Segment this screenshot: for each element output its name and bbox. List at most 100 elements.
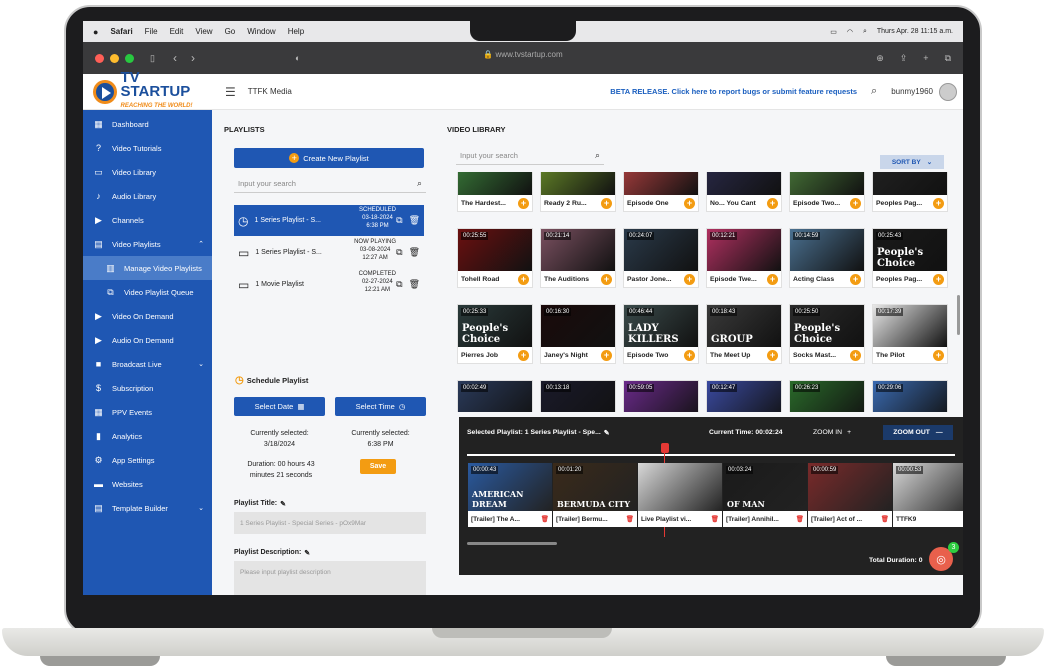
- video-thumbnail[interactable]: [458, 172, 532, 195]
- video-card[interactable]: 00:25:43 People's Choice Peoples Pag... +: [872, 228, 948, 288]
- add-to-playlist-icon[interactable]: +: [601, 273, 612, 285]
- add-to-playlist-icon[interactable]: +: [518, 197, 529, 209]
- trash-icon[interactable]: 🗑: [409, 279, 420, 290]
- sidebar-item-audio-library[interactable]: ♪ Audio Library: [83, 184, 212, 208]
- os-menu-edit[interactable]: Edit: [170, 27, 184, 36]
- video-card[interactable]: 00:59:05: [623, 380, 699, 412]
- sidebar-item-broadcast-live[interactable]: ■ Broadcast Live ⌄: [83, 352, 212, 376]
- create-playlist-button[interactable]: + Create New Playlist: [234, 148, 424, 168]
- add-to-playlist-icon[interactable]: +: [767, 197, 778, 209]
- new-tab-icon[interactable]: +: [923, 53, 928, 64]
- search-icon[interactable]: ⌕: [417, 178, 422, 189]
- sidebar-item-analytics[interactable]: ▮ Analytics: [83, 424, 212, 448]
- add-to-playlist-icon[interactable]: +: [518, 273, 529, 285]
- copy-icon[interactable]: ⧉: [396, 247, 402, 258]
- trash-icon[interactable]: 🗑: [626, 515, 634, 523]
- video-card[interactable]: 00:25:50 People's Choice Socks Mast... +: [789, 304, 865, 364]
- sidebar-item-template-builder[interactable]: ▤ Template Builder ⌄: [83, 496, 212, 520]
- shield-icon[interactable]: ◐: [295, 53, 300, 63]
- select-time-button[interactable]: Select Time ◷: [335, 397, 426, 416]
- sidebar-item-dashboard[interactable]: ▦ Dashboard: [83, 112, 212, 136]
- sidebar-item-video-on-demand[interactable]: ▶ Video On Demand: [83, 304, 212, 328]
- video-card[interactable]: No... You Cant +: [706, 172, 782, 212]
- video-card[interactable]: Episode One +: [623, 172, 699, 212]
- video-thumbnail[interactable]: 00:13:18: [541, 381, 615, 412]
- sidebar-item-channels[interactable]: ▶ Channels: [83, 208, 212, 232]
- add-to-playlist-icon[interactable]: +: [933, 197, 944, 209]
- trash-icon[interactable]: 🗑: [409, 247, 420, 258]
- sidebar-item-websites[interactable]: ▬ Websites: [83, 472, 212, 496]
- os-menu-file[interactable]: File: [145, 27, 158, 36]
- video-thumbnail[interactable]: 00:14:59: [790, 229, 864, 271]
- video-thumbnail[interactable]: 00:25:43 People's Choice: [873, 229, 947, 271]
- video-card[interactable]: 00:12:21 Episode Twe... +: [706, 228, 782, 288]
- back-icon[interactable]: ‹: [173, 51, 177, 65]
- copy-icon[interactable]: ⧉: [396, 215, 402, 226]
- playhead-handle[interactable]: [661, 443, 669, 453]
- video-card[interactable]: 00:17:39 The Pilot +: [872, 304, 948, 364]
- video-thumbnail[interactable]: 00:21:14: [541, 229, 615, 271]
- add-to-playlist-icon[interactable]: +: [684, 273, 695, 285]
- trash-icon[interactable]: 🗑: [409, 215, 420, 226]
- sidebar-item-manage-video-playlists[interactable]: ▥ Manage Video Playlists: [83, 256, 212, 280]
- video-thumbnail[interactable]: 00:46:44 LADY KILLERS: [624, 305, 698, 347]
- timeline-scrollbar[interactable]: [467, 542, 557, 545]
- os-menu-window[interactable]: Window: [247, 27, 275, 36]
- video-card[interactable]: Episode Two... +: [789, 172, 865, 212]
- select-date-button[interactable]: Select Date ▦: [234, 397, 325, 416]
- add-to-playlist-icon[interactable]: +: [601, 349, 612, 361]
- library-search-input[interactable]: Input your search ⌕: [456, 147, 604, 165]
- video-thumbnail[interactable]: 00:18:43 GROUP: [707, 305, 781, 347]
- add-to-playlist-icon[interactable]: +: [933, 273, 944, 285]
- zoom-out-button[interactable]: ZOOM OUT —: [883, 425, 953, 440]
- video-thumbnail[interactable]: 00:25:33 People's Choice: [458, 305, 532, 347]
- sidebar-item-ppv-events[interactable]: ▦ PPV Events: [83, 400, 212, 424]
- address-bar[interactable]: 🔒 www.tvstartup.com: [413, 50, 633, 59]
- video-card[interactable]: 00:18:43 GROUP The Meet Up +: [706, 304, 782, 364]
- sidebar-item-video-library[interactable]: ▭ Video Library: [83, 160, 212, 184]
- copy-icon[interactable]: ⧉: [396, 279, 402, 290]
- timeline-clip[interactable]: 00:00:43 AMERICAN DREAM [Trailer] The A...…: [468, 463, 552, 527]
- apple-icon[interactable]: ●: [93, 27, 98, 37]
- playlist-item[interactable]: ▭ 1 Movie Playlist COMPLETED 02-27-2024 12:2…: [234, 269, 424, 300]
- video-thumbnail[interactable]: 00:12:21: [707, 229, 781, 271]
- video-thumbnail[interactable]: [873, 172, 947, 195]
- add-to-playlist-icon[interactable]: +: [684, 197, 695, 209]
- video-thumbnail[interactable]: 00:17:39: [873, 305, 947, 347]
- video-card[interactable]: 00:16:30 Janey's Night +: [540, 304, 616, 364]
- video-card[interactable]: 00:25:55 Tohell Road +: [457, 228, 533, 288]
- trash-icon[interactable]: 🗑: [541, 515, 549, 523]
- video-card[interactable]: 00:12:47: [706, 380, 782, 412]
- timeline-clip[interactable]: 00:03:24 OF MAN [Trailer] Annihil... 🗑: [723, 463, 807, 527]
- trash-icon[interactable]: 🗑: [796, 515, 804, 523]
- video-thumbnail[interactable]: [541, 172, 615, 195]
- video-card[interactable]: Peoples Pag... +: [872, 172, 948, 212]
- os-menu-view[interactable]: View: [195, 27, 212, 36]
- sort-by-dropdown[interactable]: SORT BY ⌄: [880, 155, 944, 169]
- video-thumbnail[interactable]: 00:24:07: [624, 229, 698, 271]
- pencil-icon[interactable]: ✎: [280, 500, 286, 508]
- playlist-item[interactable]: ◷ 1 Series Playlist - S... SCHEDULED 03-18-…: [234, 205, 424, 236]
- video-thumbnail[interactable]: 00:25:55: [458, 229, 532, 271]
- tabs-overview-icon[interactable]: ⧉: [945, 53, 951, 64]
- search-icon[interactable]: ⌕: [863, 28, 867, 36]
- video-card[interactable]: The Hardest... +: [457, 172, 533, 212]
- os-menu-help[interactable]: Help: [288, 27, 304, 36]
- sidebar-item-video-playlist-queue[interactable]: ⧉ Video Playlist Queue: [83, 280, 212, 304]
- video-thumbnail[interactable]: 00:26:23: [790, 381, 864, 412]
- tvstartup-logo[interactable]: TV STARTUP REACHING THE WORLD!: [83, 70, 211, 110]
- sidebar-item-app-settings[interactable]: ⚙ App Settings: [83, 448, 212, 472]
- download-icon[interactable]: ⊕: [876, 53, 884, 64]
- playlist-title-input[interactable]: 1 Series Playlist - Special Series - pOx…: [234, 512, 426, 534]
- add-to-playlist-icon[interactable]: +: [767, 349, 778, 361]
- video-card[interactable]: 00:29:06: [872, 380, 948, 412]
- add-to-playlist-icon[interactable]: +: [850, 349, 861, 361]
- playlist-item[interactable]: ▭ 1 Series Playlist - S... NOW PLAYING 03-0…: [234, 237, 424, 268]
- share-icon[interactable]: ⇪: [900, 53, 908, 64]
- video-thumbnail[interactable]: 00:16:30: [541, 305, 615, 347]
- add-to-playlist-icon[interactable]: +: [850, 197, 861, 209]
- video-thumbnail[interactable]: [624, 172, 698, 195]
- video-card[interactable]: Ready 2 Ru... +: [540, 172, 616, 212]
- wifi-icon[interactable]: ◠: [847, 28, 853, 36]
- video-card[interactable]: 00:21:14 The Auditions +: [540, 228, 616, 288]
